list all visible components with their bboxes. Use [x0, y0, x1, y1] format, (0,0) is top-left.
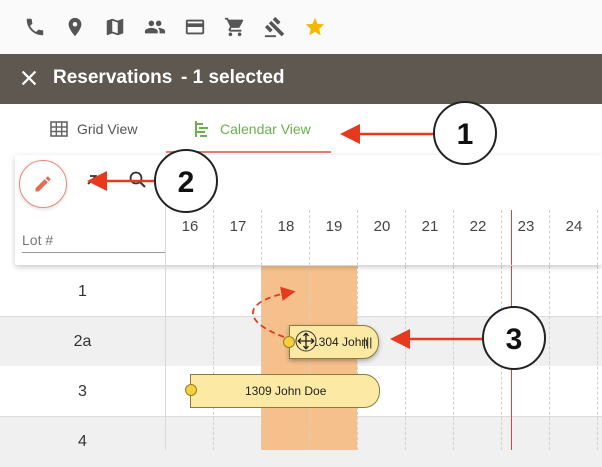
page-title: Reservations — [53, 67, 173, 88]
callout-1: 1 — [433, 101, 497, 165]
tab-calendar-view-label: Calendar View — [220, 121, 311, 137]
callout-3: 3 — [482, 306, 546, 370]
search-icon[interactable] — [128, 170, 148, 190]
tab-grid-view-label: Grid View — [77, 121, 138, 137]
star-icon[interactable] — [304, 16, 326, 38]
date-column-header: 19 — [325, 218, 343, 235]
reservation-start-dot[interactable] — [283, 336, 295, 348]
people-icon[interactable] — [144, 16, 166, 38]
phone-icon[interactable] — [24, 16, 46, 38]
close-icon[interactable] — [18, 67, 40, 89]
location-pin-icon[interactable] — [64, 16, 86, 38]
callout-2: 2 — [154, 149, 218, 213]
date-column-header: 24 — [565, 218, 583, 235]
date-column-header: 18 — [277, 218, 295, 235]
date-column-header: 16 — [181, 218, 199, 235]
lot-row-label: 2a — [73, 333, 92, 350]
tab-grid-view[interactable]: Grid View — [40, 104, 160, 154]
day-divider — [213, 266, 214, 450]
date-column-header: 21 — [421, 218, 439, 235]
tab-calendar-view[interactable]: Calendar View — [185, 104, 325, 154]
day-divider — [597, 266, 598, 450]
date-column-header: 20 — [373, 218, 391, 235]
arrow-icon[interactable] — [84, 170, 104, 190]
gavel-icon[interactable] — [264, 16, 286, 38]
lot-row-label: 1 — [78, 283, 87, 300]
selection-count: - 1 selected — [181, 67, 285, 88]
date-column-header: 23 — [517, 218, 535, 235]
credit-card-icon[interactable] — [184, 16, 206, 38]
lot-row-label: 4 — [78, 433, 87, 450]
edit-button[interactable] — [19, 160, 67, 208]
day-divider — [453, 266, 454, 450]
date-column-header: 22 — [469, 218, 487, 235]
day-divider — [549, 266, 550, 450]
reservation-start-dot[interactable] — [185, 384, 197, 396]
date-column-header: 17 — [229, 218, 247, 235]
day-divider — [261, 266, 262, 450]
top-icon-bar — [0, 0, 602, 55]
lot-number-label: Lot # — [22, 232, 54, 248]
cart-icon[interactable] — [224, 16, 246, 38]
map-icon[interactable] — [104, 16, 126, 38]
reservation-bar[interactable]: 1309 John Doe — [190, 374, 380, 408]
reservation-label: 1304 John — [312, 335, 369, 349]
reservation-label: 1309 John Doe — [245, 384, 327, 398]
view-tabs: Grid View Calendar View — [0, 104, 602, 154]
pencil-icon — [35, 176, 51, 192]
move-cursor-icon — [295, 330, 317, 352]
lot-row-label: 3 — [78, 383, 87, 400]
reservations-header: Reservations - 1 selected — [0, 54, 602, 104]
grid-icon — [50, 120, 68, 138]
resize-handle[interactable]: ||| — [363, 335, 372, 349]
day-divider — [405, 266, 406, 450]
calendar-view-icon — [193, 120, 211, 138]
lot-filter-underline — [22, 252, 165, 253]
